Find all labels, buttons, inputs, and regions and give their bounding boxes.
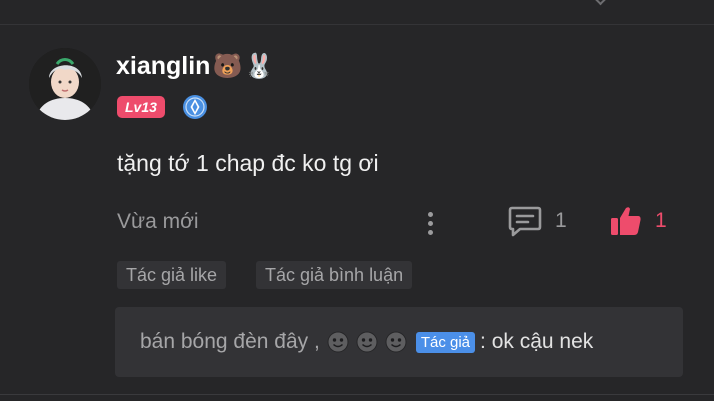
- bear-face-icon: 🐻: [212, 52, 243, 80]
- username-row: xianglin 🐻 🐰: [116, 52, 274, 81]
- dot: [427, 229, 433, 235]
- like-count: 1: [655, 209, 667, 232]
- reply-count: 1: [555, 209, 567, 232]
- author-tag: Tác giả: [415, 331, 476, 353]
- smiley-icon: [327, 331, 349, 353]
- timestamp: Vừa mới: [117, 210, 199, 233]
- avatar-image: [29, 48, 101, 120]
- more-options-button[interactable]: [420, 206, 440, 240]
- tier-badge-icon: [182, 94, 208, 120]
- reply-message-text: ok cậu nek: [491, 330, 594, 353]
- divider: [0, 394, 714, 395]
- dot: [427, 211, 433, 217]
- comment-icon: [508, 206, 542, 237]
- author-liked-tag: Tác giả like: [117, 261, 227, 289]
- smiley-icon: [385, 331, 407, 353]
- level-badge: Lv13: [117, 96, 165, 118]
- rabbit-face-icon: 🐰: [244, 52, 275, 80]
- like-button[interactable]: 1: [609, 205, 667, 237]
- reply-message: : ok cậu nek: [480, 330, 593, 354]
- avatar[interactable]: [29, 48, 101, 120]
- smiley-icon: [356, 331, 378, 353]
- reply-author-name[interactable]: bán bóng đèn đây ,: [140, 330, 320, 354]
- reply-button[interactable]: 1: [508, 205, 567, 237]
- username[interactable]: xianglin: [116, 52, 210, 81]
- author-commented-tag: Tác giả bình luận: [256, 261, 413, 289]
- divider: [0, 24, 714, 25]
- comment-text: tặng tớ 1 chap đc ko tg ơi: [117, 150, 379, 176]
- reply-preview[interactable]: bán bóng đèn đây , Tác giả : ok cậu nek: [115, 307, 683, 377]
- thumbs-up-icon: [611, 207, 641, 235]
- dot: [427, 220, 433, 226]
- reply-separator: :: [480, 330, 486, 353]
- chevron-down-icon[interactable]: [592, 0, 609, 6]
